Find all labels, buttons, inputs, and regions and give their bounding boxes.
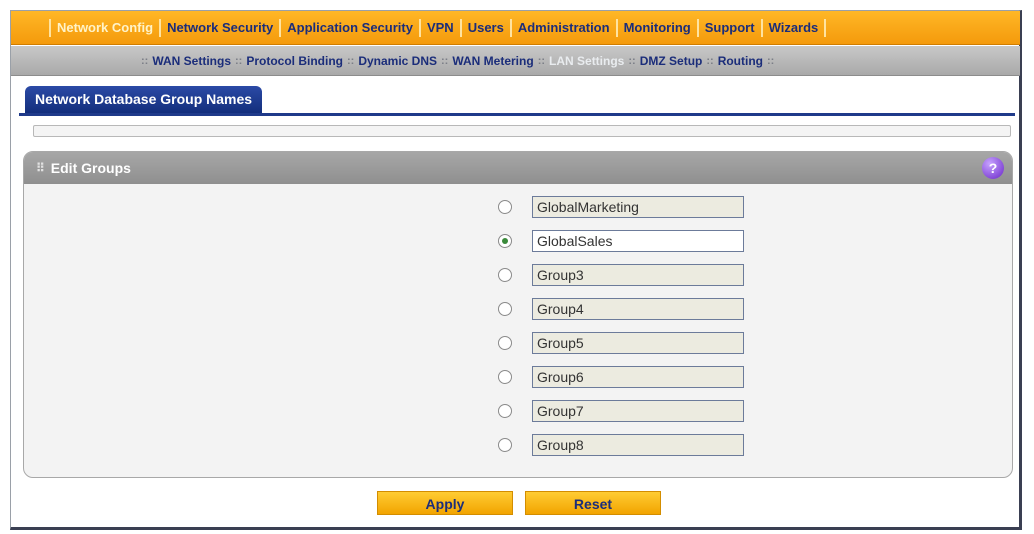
subnav-separator: :: (537, 54, 546, 67)
group-radio[interactable] (498, 370, 512, 384)
nav-network-config[interactable]: Network Config (49, 18, 159, 37)
group-radio[interactable] (498, 268, 512, 282)
edit-groups-panel: ⠿ Edit Groups ? (23, 151, 1013, 478)
nav-users[interactable]: Users (459, 18, 510, 37)
group-name-input[interactable] (532, 264, 744, 286)
subnav-dynamic-dns[interactable]: Dynamic DNS (358, 54, 437, 68)
grip-icon: ⠿ (36, 161, 45, 175)
nav-support[interactable]: Support (696, 18, 761, 37)
nav-vpn[interactable]: VPN (418, 18, 460, 37)
subnav-separator: :: (141, 54, 149, 67)
apply-button[interactable]: Apply (377, 491, 513, 515)
nav-network-security[interactable]: Network Security (159, 18, 279, 37)
nav-application-security[interactable]: Application Security (279, 18, 419, 37)
group-name-input[interactable] (532, 434, 744, 456)
group-radio[interactable] (498, 234, 512, 248)
tab-network-database-group-names[interactable]: Network Database Group Names (25, 86, 263, 113)
group-radio[interactable] (498, 404, 512, 418)
nav-monitoring[interactable]: Monitoring (615, 18, 697, 37)
group-radio[interactable] (498, 438, 512, 452)
group-radio[interactable] (498, 336, 512, 350)
panel-header: ⠿ Edit Groups ? (24, 152, 1012, 184)
sub-nav: :: WAN Settings :: Protocol Binding :: D… (11, 46, 1020, 76)
group-name-input[interactable] (532, 230, 744, 252)
group-radio[interactable] (498, 302, 512, 316)
help-icon[interactable]: ? (982, 157, 1004, 179)
group-radio[interactable] (498, 200, 512, 214)
router-admin-window: Network Config Network Security Applicat… (10, 10, 1022, 530)
subnav-wan-settings[interactable]: WAN Settings (152, 54, 231, 68)
nav-administration[interactable]: Administration (509, 18, 616, 37)
subnav-separator: :: (235, 54, 243, 67)
group-name-input[interactable] (532, 366, 744, 388)
subnav-separator: :: (346, 54, 355, 67)
subnav-wan-metering[interactable]: WAN Metering (452, 54, 533, 68)
subnav-separator: :: (628, 54, 636, 67)
main-nav: Network Config Network Security Applicat… (11, 11, 1020, 45)
nav-wizards[interactable]: Wizards (760, 18, 827, 37)
subnav-lan-settings[interactable]: LAN Settings (549, 54, 624, 68)
subnav-separator: :: (706, 54, 714, 67)
group-name-input[interactable] (532, 298, 744, 320)
message-bar (33, 125, 1011, 137)
subnav-protocol-binding[interactable]: Protocol Binding (246, 54, 343, 68)
subnav-routing[interactable]: Routing (718, 54, 763, 68)
subnav-dmz-setup[interactable]: DMZ Setup (640, 54, 703, 68)
tab-bar: Network Database Group Names (19, 83, 1015, 116)
group-name-input[interactable] (532, 196, 744, 218)
subnav-separator: :: (767, 54, 775, 67)
group-name-input[interactable] (532, 332, 744, 354)
subnav-separator: :: (441, 54, 449, 67)
group-name-input[interactable] (532, 400, 744, 422)
panel-title: Edit Groups (50, 160, 131, 176)
reset-button[interactable]: Reset (525, 491, 661, 515)
